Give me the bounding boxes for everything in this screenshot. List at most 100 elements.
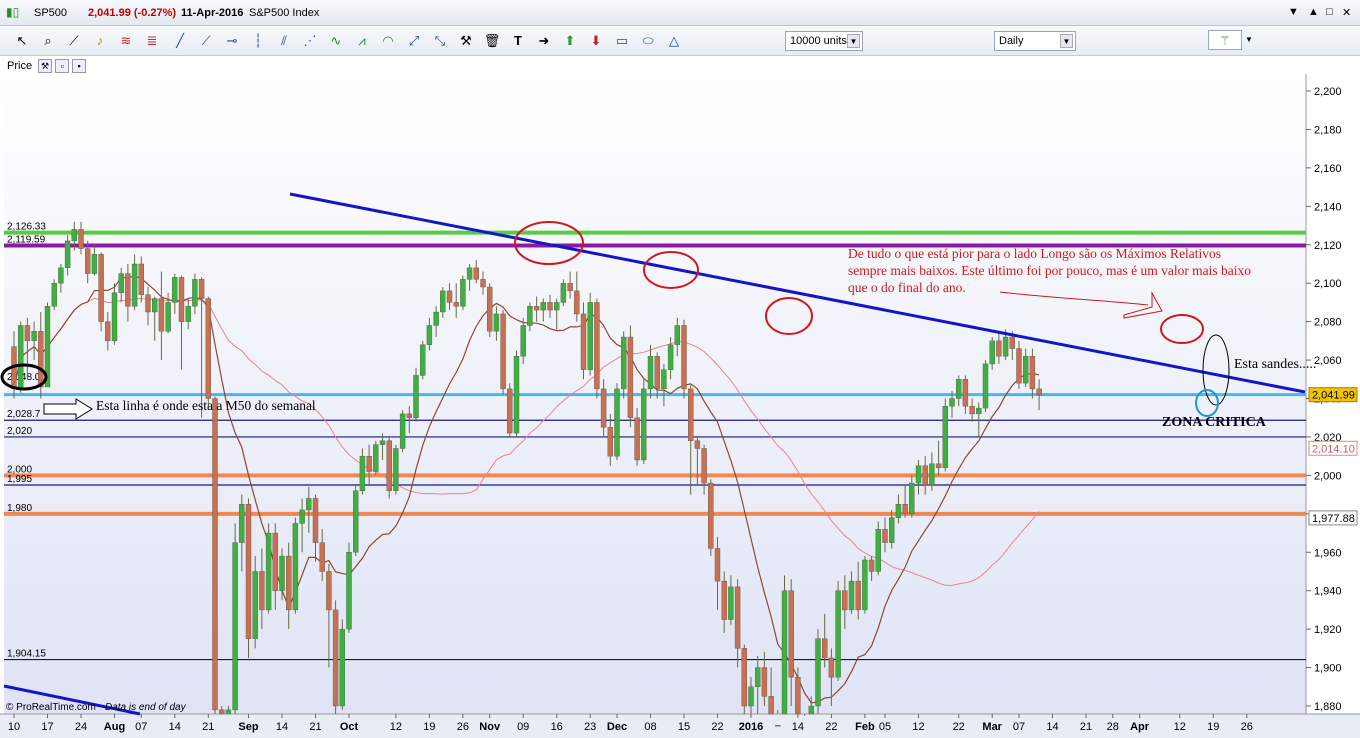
- price-panel-header: Price ⚒ ▫ ▪: [4, 58, 87, 74]
- candle-body: [996, 340, 1002, 357]
- candle-body: [527, 306, 533, 326]
- candle-body: [1016, 348, 1022, 384]
- price-label-text: 2,014.10: [1312, 443, 1355, 455]
- candle-body: [272, 532, 278, 591]
- x-tick-label: 24: [75, 721, 87, 733]
- candle-body: [647, 356, 654, 390]
- candle-body: [1023, 356, 1029, 384]
- candle-body: [225, 709, 232, 715]
- x-tick-label: 21: [1080, 721, 1092, 733]
- candle-body: [507, 388, 513, 434]
- x-tick-label: 21: [202, 721, 214, 733]
- candle-body: [533, 306, 540, 311]
- candle-body: [862, 559, 868, 611]
- candle-body: [755, 667, 761, 687]
- level-label: 1,980: [7, 503, 32, 514]
- candle-body: [587, 302, 593, 370]
- candle-body: [701, 448, 707, 484]
- candle-body: [339, 628, 345, 707]
- candle-body: [172, 277, 178, 303]
- candle-body: [446, 290, 453, 303]
- candle-body: [165, 302, 171, 332]
- candle-body: [292, 523, 299, 611]
- candle-body: [91, 254, 98, 274]
- candle-body: [848, 580, 855, 611]
- level-label: 2,028.7: [7, 409, 41, 420]
- x-tick-label: 21: [309, 721, 321, 733]
- candle-body: [902, 504, 908, 515]
- x-tick-label: 05: [879, 721, 891, 733]
- candle-body: [554, 302, 560, 311]
- candle-body: [875, 528, 881, 572]
- candle-body: [279, 555, 285, 591]
- candle-body: [889, 517, 895, 543]
- x-tick-label: 19: [423, 721, 435, 733]
- candle-body: [1002, 336, 1009, 357]
- candle-body: [84, 248, 91, 274]
- annotation-main-text: que o do final do ano.: [848, 280, 966, 295]
- candle-body: [373, 444, 379, 472]
- candle-body: [681, 325, 687, 390]
- minimize-panel-icon[interactable]: ▫: [55, 59, 70, 73]
- wrench-icon[interactable]: ⚒: [38, 59, 53, 73]
- x-tick-label: 10: [8, 721, 20, 733]
- candle-body: [734, 586, 741, 649]
- candle-body: [922, 465, 928, 486]
- candle-body: [413, 375, 419, 418]
- candle-body: [353, 490, 359, 553]
- candle-body: [366, 455, 372, 472]
- candle-body: [976, 407, 982, 415]
- x-tick-label: 17: [41, 721, 53, 733]
- x-tick-label: 12: [1174, 721, 1186, 733]
- y-tick-label: 2,000: [1314, 470, 1342, 482]
- x-tick-label: 12: [390, 721, 402, 733]
- x-tick-label: 14: [1046, 721, 1058, 733]
- annotation-main-text: De tudo o que está pior para o lado Long…: [848, 246, 1221, 261]
- candle-body: [741, 648, 747, 707]
- y-tick-label: 2,200: [1314, 86, 1342, 98]
- y-tick-label: 2,140: [1314, 201, 1342, 213]
- candle-body: [111, 292, 118, 342]
- x-tick-label: 16: [551, 721, 563, 733]
- x-tick-label: 26: [457, 721, 469, 733]
- candle-body: [51, 282, 57, 307]
- y-tick-label: 1,900: [1314, 663, 1342, 675]
- level-label: 2,126.33: [7, 222, 46, 233]
- expand-panel-icon[interactable]: ▪: [72, 59, 87, 73]
- candle-body: [929, 463, 935, 486]
- candle-body: [158, 298, 165, 332]
- candle-body: [18, 325, 24, 390]
- price-chart[interactable]: 1,880 1,900 1,920 1,940 1,960 1,980 2,000 2,020…: [0, 0, 1360, 738]
- candle-body: [607, 427, 613, 457]
- y-tick-label: 1,960: [1314, 547, 1342, 559]
- candle-body: [64, 240, 71, 269]
- level-label: 2,119.59: [7, 235, 46, 246]
- x-tick-label: 26: [1241, 721, 1253, 733]
- x-tick-label: Sep: [238, 721, 258, 733]
- candle-body: [71, 229, 78, 242]
- candle-body: [935, 463, 942, 468]
- price-label-text: 1,977.88: [1312, 513, 1355, 525]
- candle-body: [205, 298, 212, 399]
- annotation-main-text: sempre mais baixos. Este último foi por …: [848, 263, 1251, 278]
- candle-body: [594, 302, 600, 390]
- candle-body: [855, 580, 861, 611]
- candle-body: [131, 263, 138, 307]
- x-tick-label: 07: [1013, 721, 1025, 733]
- annotation-sandwich-text: Esta sandes.....: [1234, 357, 1316, 372]
- candle-body: [795, 676, 801, 715]
- candle-body: [198, 279, 205, 299]
- candle-body: [982, 363, 989, 409]
- candle-body: [721, 580, 727, 620]
- x-tick-label: 22: [711, 721, 723, 733]
- y-tick-label: 2,100: [1314, 278, 1342, 290]
- candle-body: [312, 498, 319, 543]
- candle-body: [768, 696, 774, 715]
- candle-body: [1029, 356, 1036, 390]
- candle-body: [393, 448, 399, 491]
- candle-body: [956, 379, 962, 399]
- footer-note: Data is end of day: [105, 702, 187, 713]
- candle-body: [178, 277, 185, 322]
- candle-body: [868, 559, 875, 572]
- candle-body: [842, 590, 848, 611]
